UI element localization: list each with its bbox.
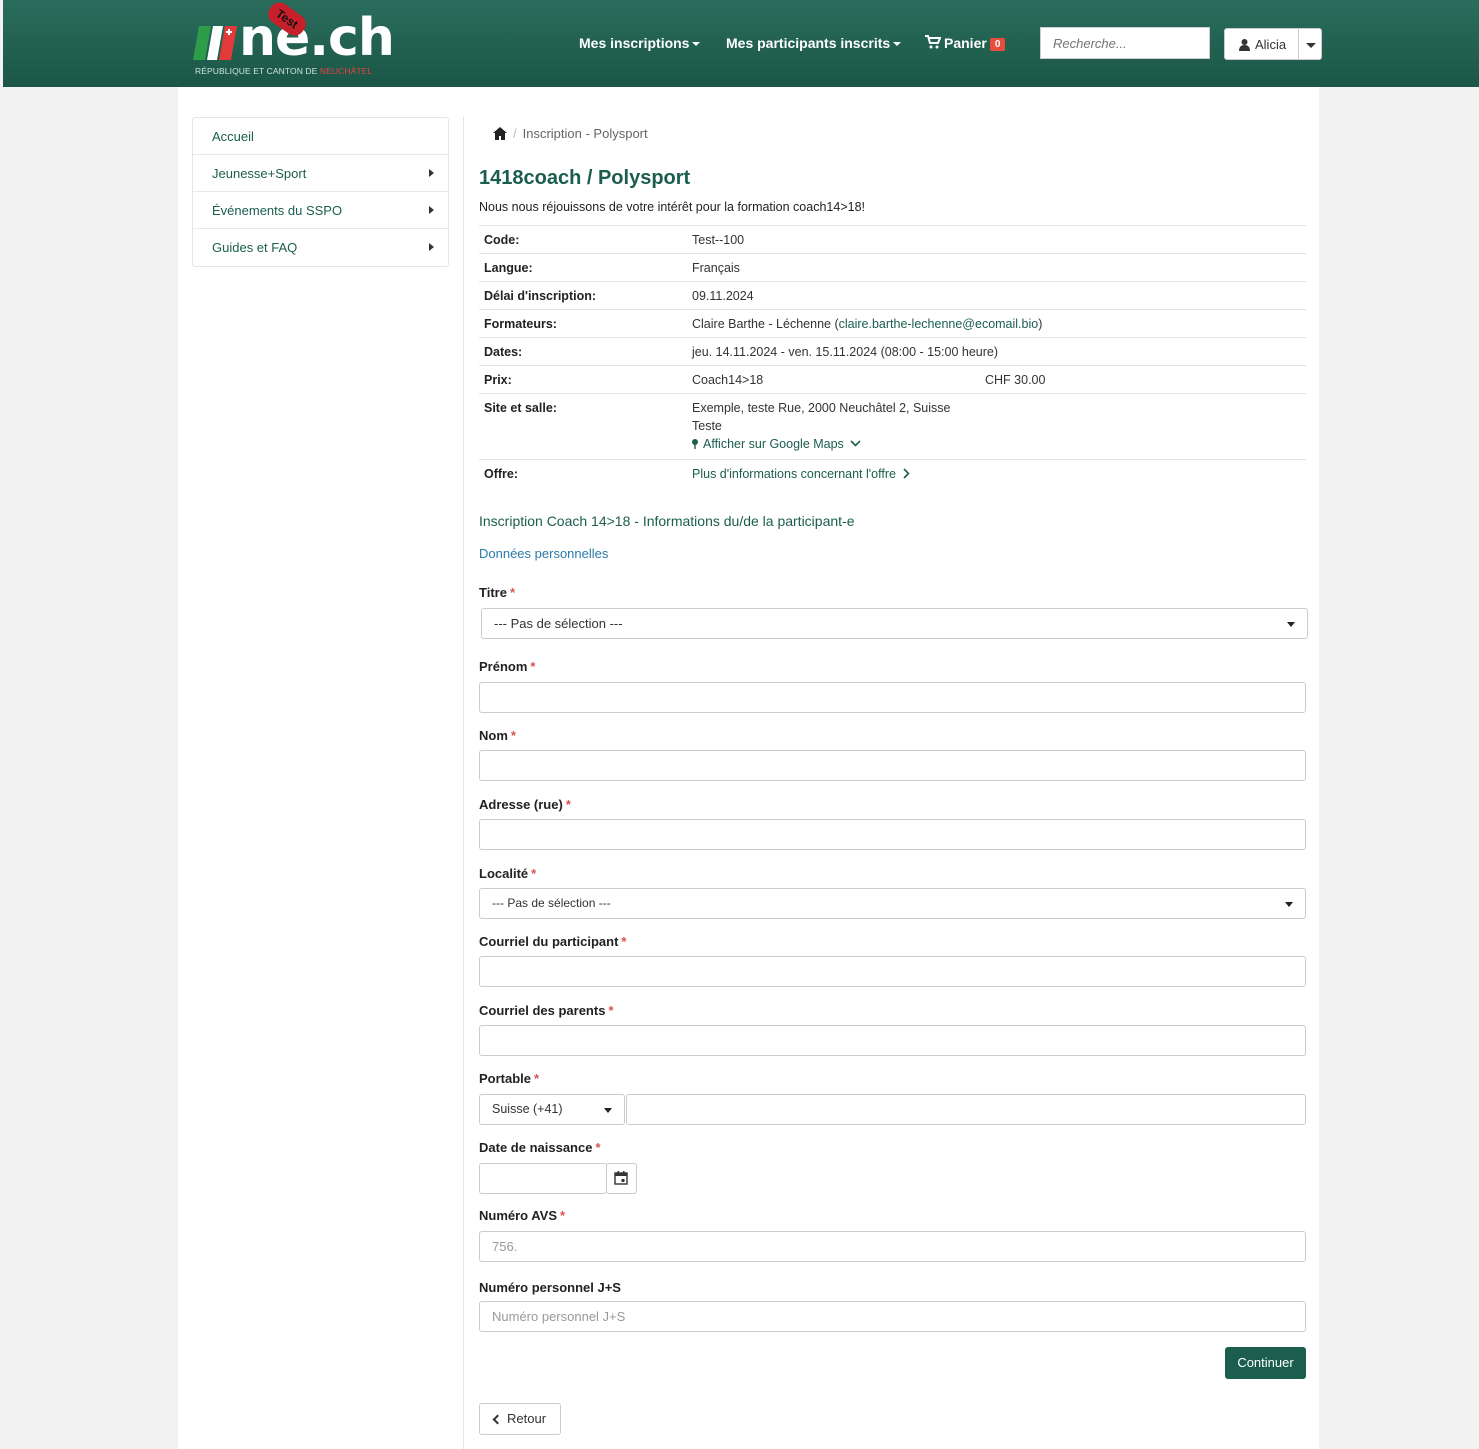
portable-country-select[interactable]: Suisse (+41) [479,1094,625,1125]
nom-label: Nom * [479,728,516,743]
caret-down-icon [893,42,902,47]
user-menu-button[interactable]: Alicia [1224,28,1322,60]
user-icon [1239,39,1250,51]
top-navbar: ne.ch Test RÉPUBLIQUE ET CANTON DE NEUCH… [3,0,1479,87]
page-title: 1418coach / Polysport [479,167,691,189]
divider [1298,29,1299,59]
calendar-button[interactable] [606,1163,637,1194]
sidebar-item-jeunesse-sport[interactable]: Jeunesse+Sport [193,155,448,192]
nav-mes-participants[interactable]: Mes participants inscrits [726,35,902,51]
continue-button[interactable]: Continuer [1225,1347,1306,1379]
chevron-down-icon [850,440,861,447]
offer-info-link[interactable]: Plus d'informations concernant l'offre [692,467,911,481]
caret-down-icon [1287,622,1295,627]
form-subsection-title: Données personnelles [479,546,609,561]
date-naissance-input[interactable] [479,1163,607,1194]
date-naissance-label: Date de naissance * [479,1140,601,1155]
table-row: Site et salle: Exemple, teste Rue, 2000 … [479,393,1306,460]
sidebar-item-accueil[interactable]: Accueil [193,118,448,155]
courriel-parents-input[interactable] [479,1025,1306,1056]
breadcrumb: / Inscription - Polysport [493,126,648,141]
sidebar-menu: Accueil Jeunesse+Sport Événements du SSP… [192,117,449,267]
caret-down-icon [604,1108,612,1113]
site-logo[interactable]: ne.ch Test RÉPUBLIQUE ET CANTON DE NEUCH… [193,0,395,80]
user-name: Alicia [1255,37,1287,52]
price-amount: CHF 30.00 [985,373,1046,387]
google-maps-link[interactable]: Afficher sur Google Maps [692,435,1301,453]
table-row: Délai d'inscription: 09.11.2024 [479,281,1306,310]
nom-input[interactable] [479,750,1306,781]
brand-subtitle: RÉPUBLIQUE ET CANTON DE NEUCHÂTEL [195,66,373,76]
home-icon[interactable] [493,127,507,140]
caret-down-icon [1285,902,1293,907]
form-section-title: Inscription Coach 14>18 - Informations d… [479,513,855,529]
intro-text: Nous nous réjouissons de votre intérêt p… [479,200,865,214]
courriel-participant-input[interactable] [479,956,1306,987]
avs-input[interactable]: 756. [479,1231,1306,1262]
avs-label: Numéro AVS * [479,1208,566,1223]
nav-mes-inscriptions[interactable]: Mes inscriptions [579,35,701,51]
chevron-right-icon [429,169,434,177]
prenom-input[interactable] [479,682,1306,713]
swiss-flag-icon [193,26,237,60]
titre-select[interactable]: --- Pas de sélection --- [481,608,1308,639]
map-pin-icon [692,439,698,449]
course-info-table: Code: Test--100 Langue: Français Délai d'i… [479,225,1306,487]
chevron-left-icon [492,1414,503,1425]
chevron-right-icon [903,468,911,479]
portable-label: Portable * [479,1071,540,1086]
table-row: Prix: Coach14>18 CHF 30.00 [479,365,1306,394]
nav-panier[interactable]: Panier 0 [925,35,1006,51]
js-number-label: Numéro personnel J+S [479,1280,621,1295]
localite-label: Localité * [479,866,537,881]
main-container: Accueil Jeunesse+Sport Événements du SSP… [178,87,1319,1449]
trainer-email-link[interactable]: claire.barthe-lechenne@ecomail.bio [839,317,1039,331]
sidebar-item-guides-faq[interactable]: Guides et FAQ [193,229,448,266]
table-row: Formateurs: Claire Barthe - Léchenne (cla… [479,309,1306,338]
courriel-participant-label: Courriel du participant * [479,934,627,949]
cart-count-badge: 0 [989,37,1006,51]
table-row: Langue: Français [479,253,1306,282]
portable-number-input[interactable] [626,1094,1306,1125]
courriel-parents-label: Courriel des parents * [479,1003,614,1018]
back-button[interactable]: Retour [479,1403,561,1435]
brand-wordmark: ne.ch [239,8,395,68]
sidebar-item-evenements-sspo[interactable]: Événements du SSPO [193,192,448,229]
caret-down-icon[interactable] [1306,43,1316,48]
js-number-input[interactable]: Numéro personnel J+S [479,1301,1306,1332]
cart-icon [925,35,942,49]
breadcrumb-current: Inscription - Polysport [522,126,648,141]
table-row: Offre: Plus d'informations concernant l'o… [479,459,1306,488]
localite-select[interactable]: --- Pas de sélection --- [479,888,1306,919]
titre-label: Titre * [479,585,515,600]
search-input[interactable] [1040,27,1210,59]
calendar-icon [614,1171,628,1185]
prenom-label: Prénom * [479,659,536,674]
caret-down-icon [692,42,701,47]
chevron-right-icon [429,243,434,251]
divider [463,117,464,1449]
adresse-label: Adresse (rue) * [479,797,571,812]
adresse-input[interactable] [479,819,1306,850]
table-row: Code: Test--100 [479,225,1306,254]
table-row: Dates: jeu. 14.11.2024 - ven. 15.11.2024 … [479,337,1306,366]
chevron-right-icon [429,206,434,214]
